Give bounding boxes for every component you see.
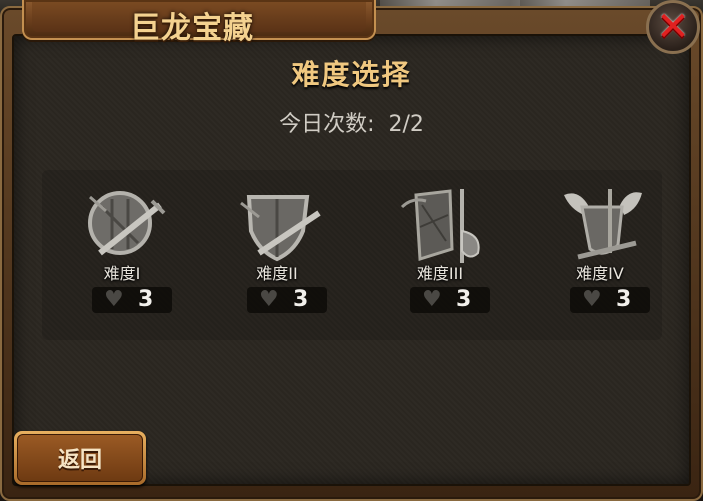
winged-shield-icon (564, 189, 642, 260)
close-icon: ✕ (656, 4, 690, 50)
difficulty-label: 难度III (416, 264, 464, 283)
page-title: 难度选择 (291, 58, 412, 91)
cost-value: 3 (456, 287, 472, 312)
back-button-label: 返回 (57, 448, 102, 473)
heart-icon: ♥ (422, 287, 442, 312)
difficulty-label: 难度II (256, 264, 298, 283)
kite-shield-sword-icon (240, 195, 321, 262)
heart-icon: ♥ (104, 287, 124, 312)
difficulty-option-1[interactable]: 难度I ♥ 3 (62, 185, 182, 320)
difficulty-label: 难度IV (576, 264, 624, 283)
back-button[interactable]: 返回 (14, 431, 146, 485)
cost-badge: ♥ 3 (92, 287, 172, 313)
cost-badge: ♥ 3 (247, 287, 327, 313)
cost-badge: ♥ 3 (570, 287, 650, 313)
difficulty-label: 难度I (103, 264, 141, 283)
cost-badge: ♥ 3 (410, 287, 490, 313)
title-plaque: 巨龙宝藏 (22, 0, 376, 46)
banner-axe-icon (400, 189, 480, 263)
close-button[interactable]: ✕ (646, 0, 700, 54)
difficulty-option-4[interactable]: 难度IV ♥ 3 (540, 185, 660, 320)
cost-value: 3 (138, 287, 154, 312)
cost-value: 3 (616, 287, 632, 312)
cost-value: 3 (293, 287, 309, 312)
heart-icon: ♥ (582, 287, 602, 312)
heart-icon: ♥ (259, 287, 279, 312)
daily-attempts-label: 今日次数: (279, 112, 375, 137)
difficulty-option-2[interactable]: 难度II ♥ 3 (217, 185, 337, 320)
shield-sword-icon (88, 191, 166, 256)
daily-attempts-value: 2/2 (388, 112, 424, 137)
difficulty-option-3[interactable]: 难度III ♥ 3 (380, 185, 500, 320)
dialog-title: 巨龙宝藏 (130, 11, 254, 46)
daily-attempts: 今日次数: 2/2 (0, 106, 703, 138)
